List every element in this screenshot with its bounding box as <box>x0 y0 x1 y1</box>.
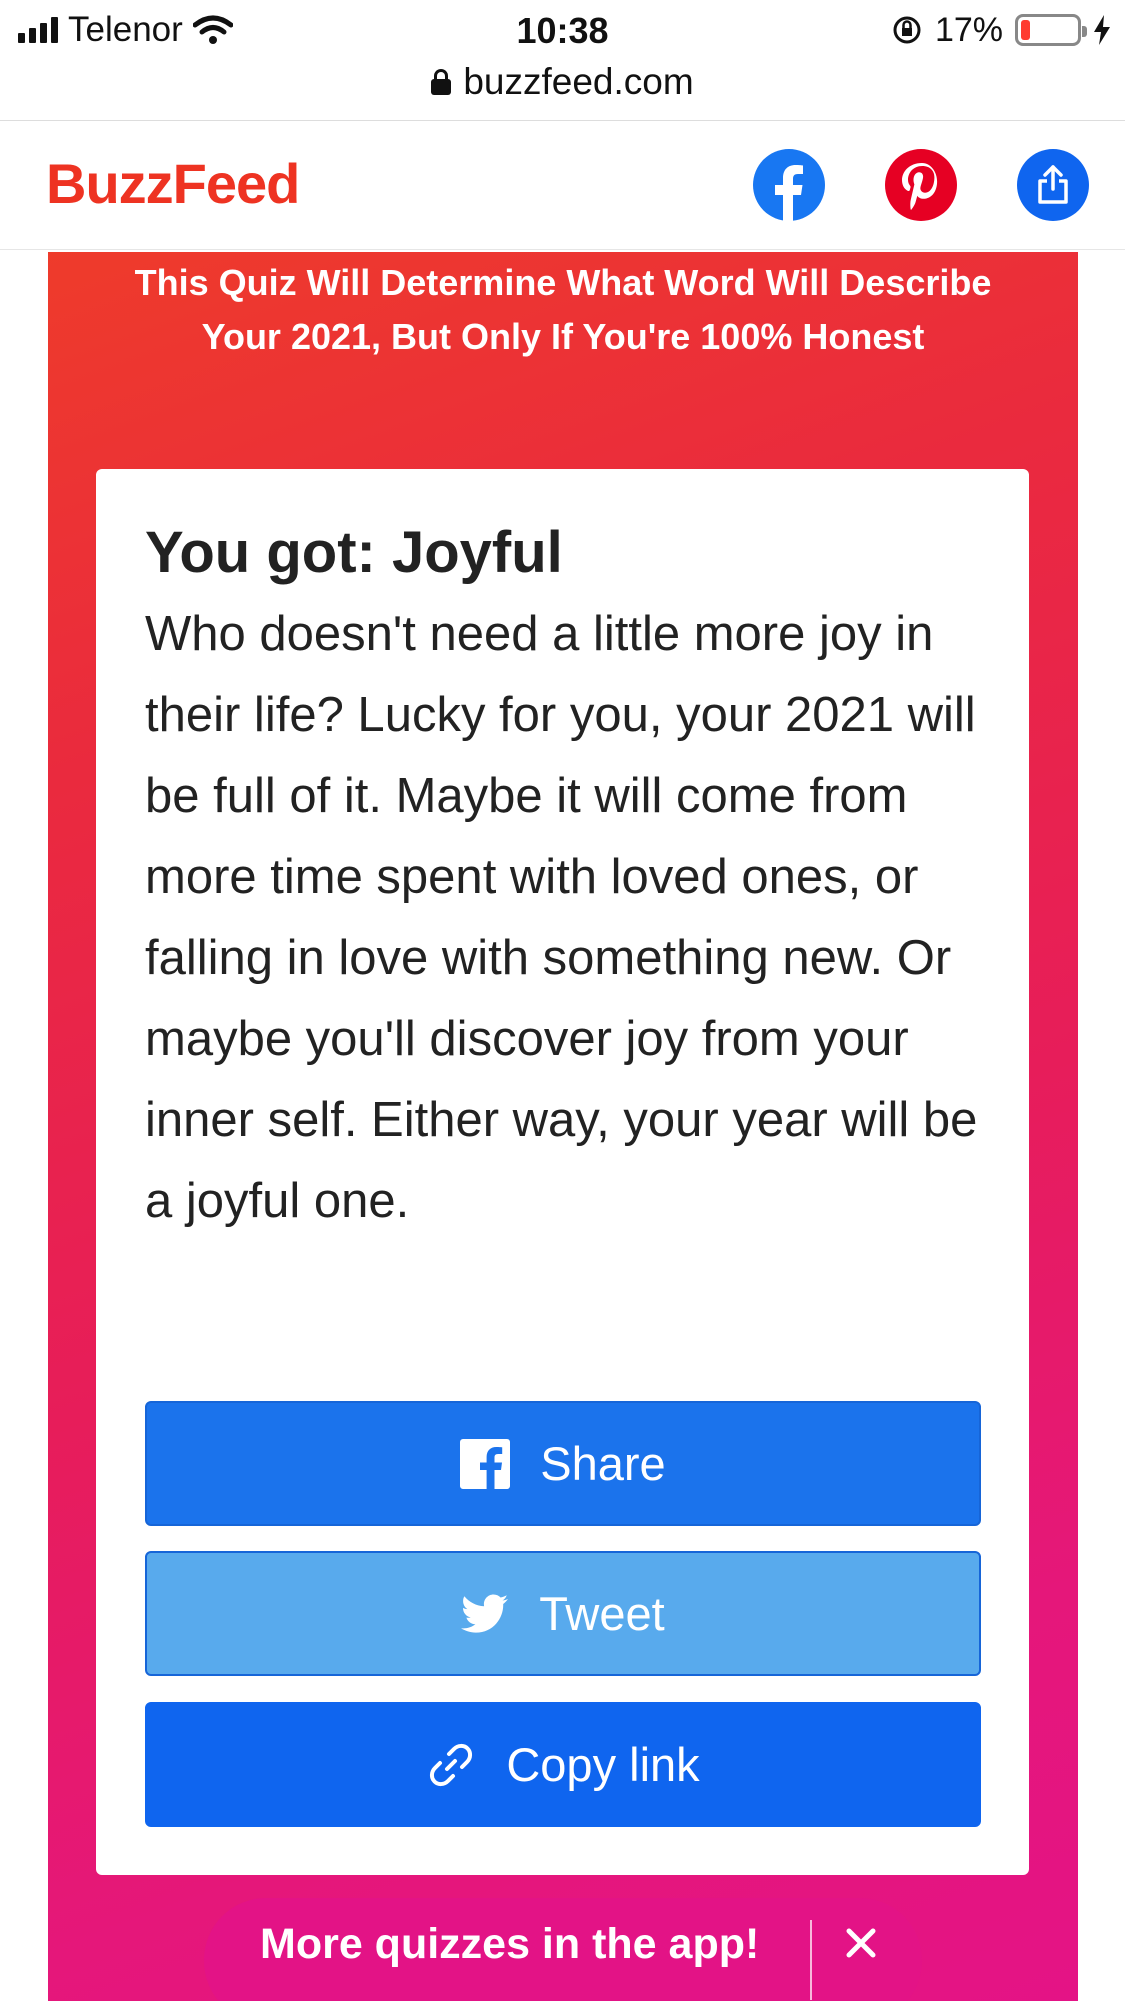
result-card: You got: Joyful Who doesn't need a littl… <box>96 469 1029 1875</box>
buzzfeed-logo[interactable]: BuzzFeed <box>46 151 300 216</box>
native-share-button[interactable] <box>1017 149 1089 221</box>
facebook-share-result-button[interactable]: Share <box>145 1401 981 1526</box>
site-header: BuzzFeed <box>0 120 1125 250</box>
copy-link-button[interactable]: Copy link <box>145 1702 981 1827</box>
status-right: 17% <box>891 10 1111 50</box>
battery-icon <box>1015 14 1087 46</box>
pinterest-icon <box>902 163 938 210</box>
quiz-title: This Quiz Will Determine What Word Will … <box>134 262 992 357</box>
url-text: buzzfeed.com <box>463 61 694 102</box>
facebook-square-icon <box>460 1438 511 1489</box>
twitter-icon <box>461 1594 509 1633</box>
charging-bolt-icon <box>1094 15 1110 45</box>
result-description: Who doesn't need a little more joy in th… <box>145 607 978 1228</box>
battery-percent: 17% <box>934 10 1003 49</box>
close-icon[interactable] <box>836 1918 886 1968</box>
lock-icon <box>431 69 452 95</box>
share-button-label: Share <box>540 1437 666 1490</box>
app-banner[interactable]: More quizzes in the app! <box>204 1898 922 2001</box>
share-icon <box>1038 165 1068 204</box>
url-bar[interactable]: buzzfeed.com <box>0 56 1125 108</box>
facebook-share-button[interactable] <box>753 149 825 221</box>
status-bar: Telenor 10:38 17% <box>0 0 1125 62</box>
tweet-button-label: Tweet <box>539 1587 665 1640</box>
result-heading: You got: Joyful <box>145 520 563 585</box>
app-banner-text[interactable]: More quizzes in the app! <box>260 1920 759 1969</box>
copy-link-label: Copy link <box>506 1738 700 1791</box>
orientation-lock-icon <box>893 16 921 44</box>
pinterest-share-button[interactable] <box>885 149 957 221</box>
app-banner-divider <box>810 1920 812 2000</box>
tweet-result-button[interactable]: Tweet <box>145 1551 981 1676</box>
facebook-icon <box>775 165 803 221</box>
link-icon <box>430 1743 473 1786</box>
